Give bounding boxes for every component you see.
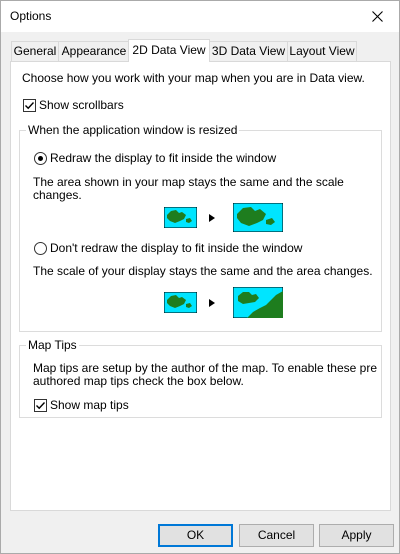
options-dialog: Options General Appearance 2D Data View …: [0, 0, 400, 554]
no-redraw-label[interactable]: Don't redraw the display to fit inside t…: [50, 241, 302, 255]
no-redraw-radio[interactable]: [34, 242, 47, 255]
map-before-icon: [164, 292, 197, 313]
no-redraw-description: The scale of your display stays the same…: [33, 264, 373, 278]
map-after-redraw-icon: [233, 203, 283, 232]
tab-3d-data-view[interactable]: 3D Data View: [209, 41, 288, 61]
close-button[interactable]: [355, 1, 399, 32]
resize-group: When the application window is resized R…: [19, 123, 382, 332]
window-title: Options: [10, 9, 52, 23]
redraw-radio[interactable]: [34, 152, 47, 165]
map-tips-text-line2: authored map tips check the box below.: [33, 374, 244, 388]
cancel-button[interactable]: Cancel: [239, 524, 314, 547]
map-tips-group: Map Tips Map tips are setup by the autho…: [19, 338, 382, 418]
map-after-no-redraw-icon: [233, 287, 283, 318]
show-map-tips-checkbox[interactable]: [34, 399, 47, 412]
close-icon: [371, 11, 383, 22]
show-map-tips-label[interactable]: Show map tips: [50, 398, 129, 412]
tab-general[interactable]: General: [11, 41, 59, 61]
apply-button[interactable]: Apply: [319, 524, 394, 547]
button-bar: OK Cancel Apply: [1, 509, 399, 553]
redraw-label[interactable]: Redraw the display to fit inside the win…: [50, 151, 276, 165]
radio-selected-dot: [38, 156, 43, 161]
redraw-description-line2: changes.: [33, 188, 82, 202]
map-before-icon: [164, 207, 197, 228]
checkmark-icon: [25, 102, 35, 110]
title-bar: Options: [1, 1, 399, 32]
checkmark-icon: [36, 402, 46, 410]
tab-2d-data-view[interactable]: 2D Data View: [128, 39, 210, 62]
show-scrollbars-label[interactable]: Show scrollbars: [39, 98, 124, 112]
tab-panel-2d-data-view: Choose how you work with your map when y…: [10, 61, 391, 511]
intro-text: Choose how you work with your map when y…: [22, 71, 365, 85]
map-tips-text-line1: Map tips are setup by the author of the …: [33, 361, 377, 375]
arrow-right-icon: [209, 299, 215, 307]
resize-group-legend: When the application window is resized: [26, 123, 240, 137]
redraw-description-line1: The area shown in your map stays the sam…: [33, 175, 344, 189]
ok-button[interactable]: OK: [158, 524, 233, 547]
show-scrollbars-checkbox[interactable]: [23, 99, 36, 112]
map-tips-legend: Map Tips: [26, 338, 79, 352]
tab-appearance[interactable]: Appearance: [58, 41, 130, 61]
tab-layout-view[interactable]: Layout View: [287, 41, 357, 61]
arrow-right-icon: [209, 214, 215, 222]
